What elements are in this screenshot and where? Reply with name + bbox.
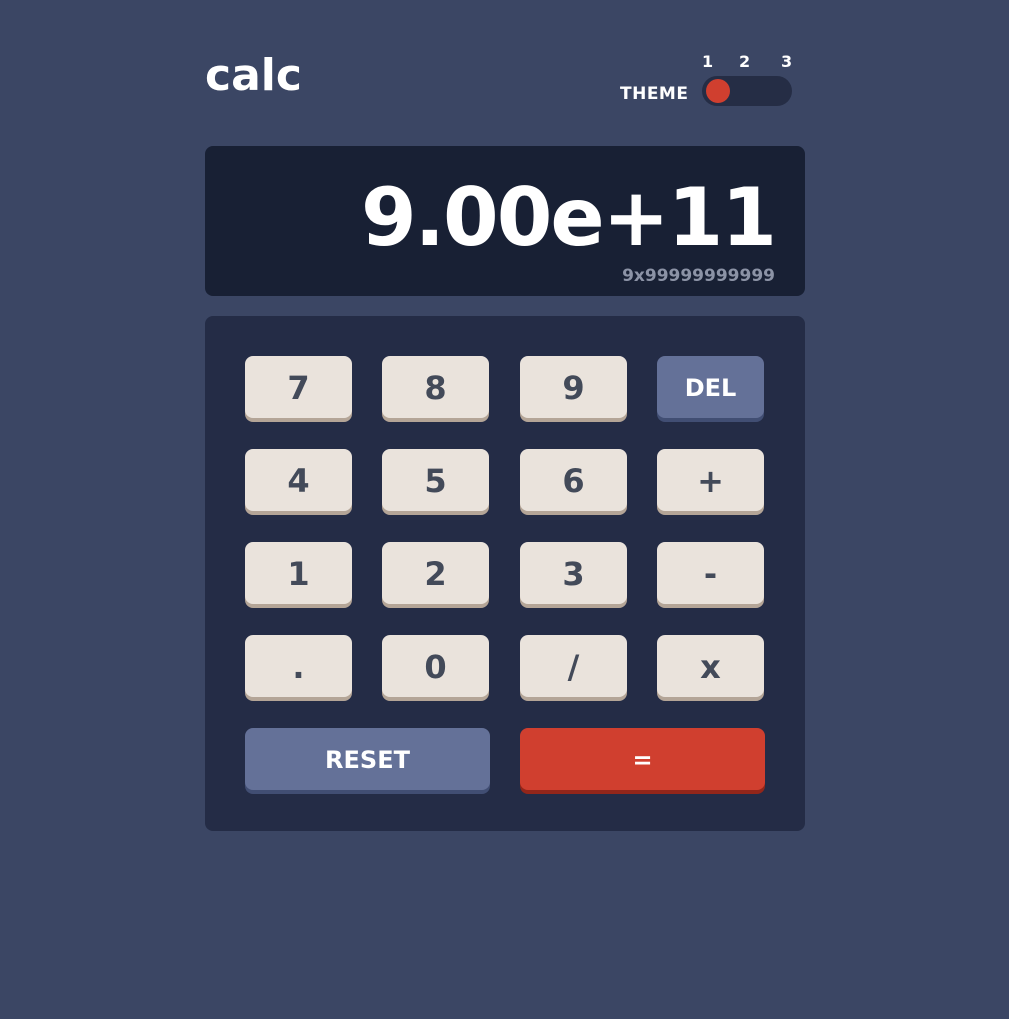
theme-toggle[interactable] — [702, 76, 792, 106]
theme-option-1[interactable]: 1 — [702, 52, 713, 71]
key-6-button[interactable]: 6 — [520, 449, 627, 511]
decimal-point-button[interactable]: . — [245, 635, 352, 697]
key-1-button[interactable]: 1 — [245, 542, 352, 604]
display-value: 9.00e+11 — [361, 171, 777, 264]
minus-button[interactable]: - — [657, 542, 764, 604]
key-8-button[interactable]: 8 — [382, 356, 489, 418]
key-2-button[interactable]: 2 — [382, 542, 489, 604]
app-title: calc — [205, 50, 302, 101]
key-3-button[interactable]: 3 — [520, 542, 627, 604]
calculator: calc THEME 1 2 3 9.00e+11 9x99999999999 … — [205, 46, 805, 831]
key-0-button[interactable]: 0 — [382, 635, 489, 697]
key-9-button[interactable]: 9 — [520, 356, 627, 418]
theme-label: THEME — [620, 84, 689, 104]
reset-button[interactable]: RESET — [245, 728, 490, 790]
theme-option-3[interactable]: 3 — [781, 52, 792, 71]
key-4-button[interactable]: 4 — [245, 449, 352, 511]
equals-button[interactable]: = — [520, 728, 765, 790]
theme-options: 1 2 3 — [702, 52, 792, 72]
header: calc THEME 1 2 3 — [205, 46, 805, 146]
keypad: 7 8 9 DEL 4 5 6 + 1 2 3 - . 0 / x RESET … — [205, 316, 805, 831]
multiply-button[interactable]: x — [657, 635, 764, 697]
theme-toggle-knob[interactable] — [706, 79, 730, 103]
key-5-button[interactable]: 5 — [382, 449, 489, 511]
display-screen: 9.00e+11 9x99999999999 — [205, 146, 805, 296]
divide-button[interactable]: / — [520, 635, 627, 697]
theme-option-2[interactable]: 2 — [739, 52, 750, 71]
delete-button[interactable]: DEL — [657, 356, 764, 418]
key-7-button[interactable]: 7 — [245, 356, 352, 418]
plus-button[interactable]: + — [657, 449, 764, 511]
display-expression: 9x99999999999 — [622, 266, 775, 286]
